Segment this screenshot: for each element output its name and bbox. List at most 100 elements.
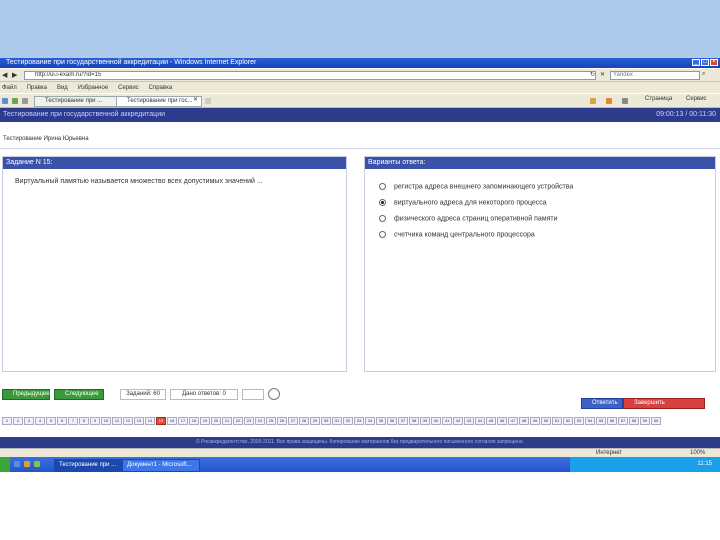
add-favorites-icon[interactable]	[12, 98, 18, 104]
answer-option[interactable]: виртуального адреса для некоторого проце…	[379, 199, 547, 206]
question-number-button[interactable]: 2	[13, 417, 23, 425]
forward-icon[interactable]: ▶	[12, 71, 17, 79]
question-number-button[interactable]: 32	[343, 417, 353, 425]
answer-option[interactable]: регистра адреса внешнего запоминающего у…	[379, 183, 573, 190]
question-number-button[interactable]: 60	[651, 417, 661, 425]
answer-option[interactable]: счетчика команд центрального процессора	[379, 231, 535, 238]
quicklaunch-explorer-icon[interactable]	[34, 461, 40, 467]
question-number-button[interactable]: 46	[497, 417, 507, 425]
next-button[interactable]: Следующее	[54, 389, 104, 400]
question-number-button[interactable]: 43	[464, 417, 474, 425]
radio-button[interactable]	[379, 183, 386, 190]
question-number-button[interactable]: 4	[35, 417, 45, 425]
question-number-button[interactable]: 55	[596, 417, 606, 425]
question-number-button[interactable]: 33	[354, 417, 364, 425]
tools-menu[interactable]: Сервис	[686, 96, 707, 102]
question-number-button[interactable]: 56	[607, 417, 617, 425]
question-number-button[interactable]: 9	[90, 417, 100, 425]
question-number-button[interactable]: 28	[299, 417, 309, 425]
question-number-button[interactable]: 52	[563, 417, 573, 425]
question-number-button[interactable]: 48	[519, 417, 529, 425]
taskbar-item-word[interactable]: Документ1 - Microsoft...	[122, 459, 200, 472]
question-number-button[interactable]: 54	[585, 417, 595, 425]
question-number-button[interactable]: 39	[420, 417, 430, 425]
question-number-button[interactable]: 7	[68, 417, 78, 425]
question-number-button[interactable]: 37	[398, 417, 408, 425]
tab-list-icon[interactable]	[22, 98, 28, 104]
favorites-star-icon[interactable]	[2, 98, 8, 104]
finish-button[interactable]: Завершить тестирование	[623, 398, 705, 415]
tab-close-icon[interactable]: ✕	[193, 96, 198, 103]
menu-favorites[interactable]: Избранное	[78, 85, 108, 91]
question-number-button[interactable]: 24	[255, 417, 265, 425]
question-number-button[interactable]: 57	[618, 417, 628, 425]
menu-help[interactable]: Справка	[149, 85, 173, 91]
print-icon[interactable]	[622, 98, 628, 104]
question-number-button[interactable]: 58	[629, 417, 639, 425]
question-number-button[interactable]: 15	[156, 417, 166, 425]
menu-file[interactable]: Файл	[2, 85, 17, 91]
question-number-button[interactable]: 31	[332, 417, 342, 425]
taskbar-item-ie[interactable]: Тестирование при ...	[54, 459, 124, 472]
question-number-button[interactable]: 30	[321, 417, 331, 425]
question-number-button[interactable]: 38	[409, 417, 419, 425]
stop-icon[interactable]: ✕	[600, 71, 605, 78]
question-number-button[interactable]: 47	[508, 417, 518, 425]
question-number-button[interactable]: 27	[288, 417, 298, 425]
quicklaunch-desktop-icon[interactable]	[14, 461, 20, 467]
question-number-button[interactable]: 34	[365, 417, 375, 425]
address-input[interactable]: http://ui.i-exam.ru/?id=15	[24, 71, 596, 80]
question-number-button[interactable]: 13	[134, 417, 144, 425]
radio-button[interactable]	[379, 215, 386, 222]
refresh-icon[interactable]: ↻	[590, 71, 595, 78]
question-number-button[interactable]: 35	[376, 417, 386, 425]
question-number-button[interactable]: 22	[233, 417, 243, 425]
home-icon[interactable]	[590, 98, 596, 104]
question-number-button[interactable]: 23	[244, 417, 254, 425]
question-number-button[interactable]: 25	[266, 417, 276, 425]
question-number-button[interactable]: 12	[123, 417, 133, 425]
start-button[interactable]	[0, 457, 10, 472]
back-icon[interactable]: ◀	[2, 71, 7, 79]
tab-1[interactable]: Тестирование при ...	[34, 96, 122, 107]
close-button[interactable]: ×	[710, 59, 718, 66]
question-number-button[interactable]: 14	[145, 417, 155, 425]
minimize-button[interactable]: _	[692, 59, 700, 66]
radio-button[interactable]	[379, 231, 386, 238]
radio-button-selected[interactable]	[379, 199, 386, 206]
question-number-button[interactable]: 41	[442, 417, 452, 425]
question-number-button[interactable]: 42	[453, 417, 463, 425]
prev-button[interactable]: Предыдущее	[2, 389, 50, 400]
question-number-button[interactable]: 11	[112, 417, 122, 425]
question-number-button[interactable]: 20	[211, 417, 221, 425]
question-number-button[interactable]: 17	[178, 417, 188, 425]
question-number-button[interactable]: 50	[541, 417, 551, 425]
tab-2[interactable]: Тестирование при гос...	[116, 96, 202, 107]
question-number-button[interactable]: 51	[552, 417, 562, 425]
search-icon[interactable]: ⌕	[702, 71, 705, 78]
question-number-button[interactable]: 45	[486, 417, 496, 425]
search-input[interactable]: Yandex	[610, 71, 700, 80]
question-number-button[interactable]: 3	[24, 417, 34, 425]
question-number-button[interactable]: 44	[475, 417, 485, 425]
question-number-button[interactable]: 6	[57, 417, 67, 425]
new-tab-icon[interactable]	[205, 98, 211, 104]
question-number-button[interactable]: 49	[530, 417, 540, 425]
question-number-button[interactable]: 19	[200, 417, 210, 425]
menu-edit[interactable]: Правка	[27, 85, 47, 91]
question-number-button[interactable]: 5	[46, 417, 56, 425]
question-number-button[interactable]: 36	[387, 417, 397, 425]
question-number-button[interactable]: 53	[574, 417, 584, 425]
maximize-button[interactable]: □	[701, 59, 709, 66]
question-number-button[interactable]: 8	[79, 417, 89, 425]
question-number-button[interactable]: 18	[189, 417, 199, 425]
question-number-button[interactable]: 29	[310, 417, 320, 425]
menu-view[interactable]: Вид	[57, 85, 68, 91]
menu-tools[interactable]: Сервис	[118, 85, 139, 91]
question-number-button[interactable]: 21	[222, 417, 232, 425]
answer-button[interactable]: Ответить	[581, 398, 623, 409]
quicklaunch-ie-icon[interactable]	[24, 461, 30, 467]
feeds-icon[interactable]	[606, 98, 612, 104]
question-number-button[interactable]: 40	[431, 417, 441, 425]
question-number-button[interactable]: 1	[2, 417, 12, 425]
